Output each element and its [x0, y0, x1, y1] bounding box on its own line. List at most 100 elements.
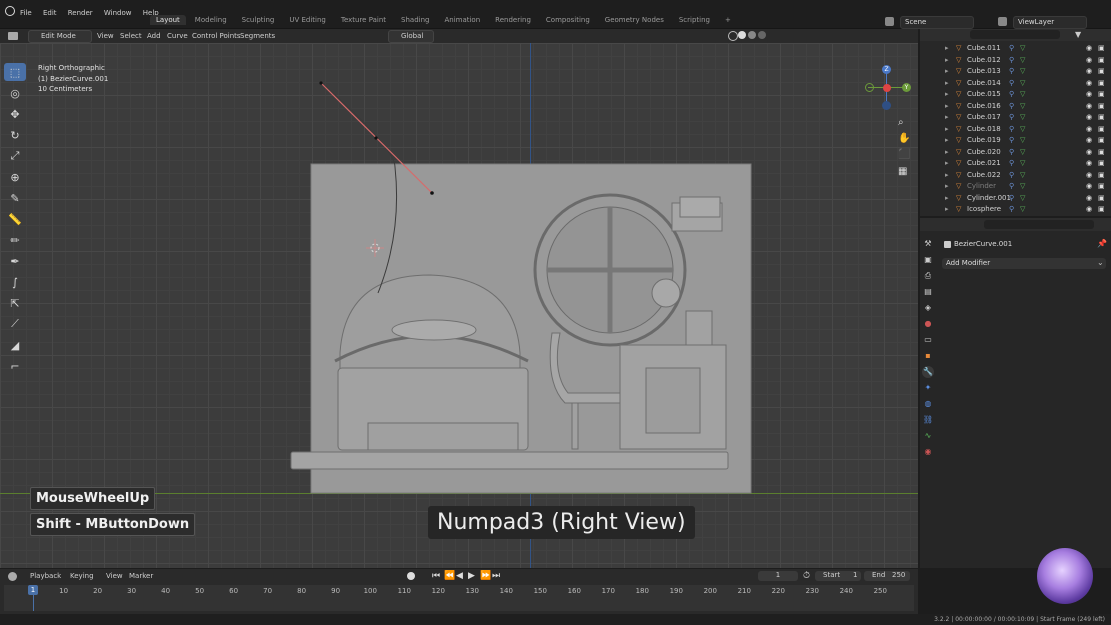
render-camera-icon[interactable]: ▣: [1098, 136, 1105, 144]
outliner-item[interactable]: ▸ ▽ Cube.022 ⚲ ▽ ◉ ▣: [920, 170, 1111, 182]
outliner-item[interactable]: ▸ ▽ Cube.011 ⚲ ▽ ◉ ▣: [920, 43, 1111, 55]
radius-tool-icon[interactable]: ⟋: [4, 315, 26, 333]
measure-tool-icon[interactable]: 📏: [4, 210, 26, 228]
header-menu-control-points[interactable]: Control Points: [192, 32, 241, 40]
expand-arrow-icon[interactable]: ▸: [945, 148, 949, 156]
outliner-search-field[interactable]: [970, 30, 1060, 39]
modifier-tab-icon[interactable]: 🔧: [922, 366, 934, 378]
visibility-eye-icon[interactable]: ◉: [1086, 90, 1092, 98]
material-shading-icon[interactable]: [748, 31, 756, 39]
solid-shading-icon[interactable]: [738, 31, 746, 39]
gizmo-x-axis[interactable]: [883, 84, 891, 92]
outliner-item[interactable]: ▸ ▽ Icosphere ⚲ ▽ ◉ ▣: [920, 204, 1111, 216]
outliner-item[interactable]: ▸ ▽ Cube.013 ⚲ ▽ ◉ ▣: [920, 66, 1111, 78]
outliner-item[interactable]: ▸ ▽ Cylinder ⚲ ▽ ◉ ▣: [920, 181, 1111, 193]
expand-arrow-icon[interactable]: ▸: [945, 56, 949, 64]
view-layer-icon[interactable]: [998, 17, 1007, 26]
draw-tool-icon[interactable]: ✏: [4, 231, 26, 249]
scene-field[interactable]: Scene: [900, 16, 974, 29]
expand-arrow-icon[interactable]: ▸: [945, 136, 949, 144]
menu-file[interactable]: File: [20, 9, 32, 17]
render-camera-icon[interactable]: ▣: [1098, 159, 1105, 167]
visibility-eye-icon[interactable]: ◉: [1086, 113, 1092, 121]
jump-end-icon[interactable]: ⏭: [492, 571, 500, 581]
expand-arrow-icon[interactable]: ▸: [945, 102, 949, 110]
scene-tab-icon[interactable]: ◈: [922, 302, 934, 314]
pen-tool-icon[interactable]: ✒: [4, 252, 26, 270]
header-menu-select[interactable]: Select: [120, 32, 142, 40]
render-camera-icon[interactable]: ▣: [1098, 67, 1105, 75]
scale-tool-icon[interactable]: ⤢: [4, 147, 26, 165]
visibility-eye-icon[interactable]: ◉: [1086, 79, 1092, 87]
world-tab-icon[interactable]: ●: [922, 318, 934, 330]
tab-layout[interactable]: Layout: [150, 15, 186, 25]
render-camera-icon[interactable]: ▣: [1098, 125, 1105, 133]
start-frame-field[interactable]: Start 1: [815, 571, 861, 581]
expand-arrow-icon[interactable]: ▸: [945, 113, 949, 121]
gizmo-neg-y-axis[interactable]: [865, 83, 874, 92]
wireframe-shading-icon[interactable]: [728, 31, 738, 41]
timeline-menu-playback[interactable]: Playback: [30, 572, 61, 580]
visibility-eye-icon[interactable]: ◉: [1086, 125, 1092, 133]
particles-tab-icon[interactable]: ✦: [922, 382, 934, 394]
outliner-item[interactable]: ▸ ▽ Cube.015 ⚲ ▽ ◉ ▣: [920, 89, 1111, 101]
visibility-eye-icon[interactable]: ◉: [1086, 182, 1092, 190]
stopwatch-icon[interactable]: ⏱: [803, 571, 810, 581]
play-icon[interactable]: ▶: [468, 571, 475, 581]
editor-type-icon[interactable]: [8, 32, 18, 40]
3d-viewport[interactable]: ⬚ ◎ ✥ ↻ ⤢ ⊕ ✎ 📏 ✏ ✒ ∫ ⇱ ⟋ ◢ ⌐ Right Orth…: [0, 43, 918, 568]
tab-geometry-nodes[interactable]: Geometry Nodes: [599, 15, 670, 25]
visibility-eye-icon[interactable]: ◉: [1086, 171, 1092, 179]
shading-buttons[interactable]: [728, 31, 768, 41]
prev-key-icon[interactable]: ⏪: [444, 571, 455, 581]
annotate-tool-icon[interactable]: ✎: [4, 189, 26, 207]
constraints-tab-icon[interactable]: ⛓: [922, 414, 934, 426]
jump-start-icon[interactable]: ⏮: [432, 571, 440, 581]
expand-arrow-icon[interactable]: ▸: [945, 171, 949, 179]
outliner-item[interactable]: ▸ ▽ Cube.019 ⚲ ▽ ◉ ▣: [920, 135, 1111, 147]
render-camera-icon[interactable]: ▣: [1098, 79, 1105, 87]
tab-scripting[interactable]: Scripting: [673, 15, 716, 25]
pan-hand-icon[interactable]: ✋: [898, 133, 910, 145]
play-reverse-icon[interactable]: ◀: [456, 571, 463, 581]
view-layer-field[interactable]: ViewLayer: [1013, 16, 1087, 29]
zoom-icon[interactable]: ⌕: [898, 117, 910, 129]
visibility-eye-icon[interactable]: ◉: [1086, 205, 1092, 213]
render-camera-icon[interactable]: ▣: [1098, 113, 1105, 121]
expand-arrow-icon[interactable]: ▸: [945, 125, 949, 133]
cursor-tool-icon[interactable]: ◎: [4, 84, 26, 102]
expand-arrow-icon[interactable]: ▸: [945, 205, 949, 213]
next-key-icon[interactable]: ⏩: [480, 571, 491, 581]
gizmo-z-axis[interactable]: Z: [882, 65, 891, 74]
navigation-gizmo[interactable]: Z Y: [862, 61, 912, 111]
outliner-item[interactable]: ▸ ▽ Cylinder.001 ⚲ ▽ ◉ ▣: [920, 193, 1111, 205]
render-camera-icon[interactable]: ▣: [1098, 44, 1105, 52]
tab-shading[interactable]: Shading: [395, 15, 435, 25]
render-camera-icon[interactable]: ▣: [1098, 148, 1105, 156]
tab-sculpting[interactable]: Sculpting: [236, 15, 281, 25]
camera-view-icon[interactable]: ⬛: [898, 149, 910, 161]
orientation-dropdown[interactable]: Global: [388, 30, 434, 43]
render-camera-icon[interactable]: ▣: [1098, 102, 1105, 110]
timeline-ruler[interactable]: 10 20 30 40 50 60 70 80 90 100 110 120 130 140 150 160 1…: [4, 585, 914, 611]
expand-arrow-icon[interactable]: ▸: [945, 194, 949, 202]
properties-search-field[interactable]: [984, 220, 1094, 229]
menu-render[interactable]: Render: [68, 9, 93, 17]
pin-icon[interactable]: 📌: [1097, 239, 1107, 248]
timeline-menu-marker[interactable]: Marker: [129, 572, 153, 580]
outliner-item[interactable]: ▸ ▽ Cube.021 ⚲ ▽ ◉ ▣: [920, 158, 1111, 170]
ortho-grid-icon[interactable]: ▦: [898, 166, 910, 178]
visibility-eye-icon[interactable]: ◉: [1086, 44, 1092, 52]
visibility-eye-icon[interactable]: ◉: [1086, 102, 1092, 110]
collection-tab-icon[interactable]: ▭: [922, 334, 934, 346]
transform-tool-icon[interactable]: ⊕: [4, 168, 26, 186]
end-frame-field[interactable]: End 250: [864, 571, 910, 581]
expand-arrow-icon[interactable]: ▸: [945, 67, 949, 75]
render-camera-icon[interactable]: ▣: [1098, 171, 1105, 179]
tilt-tool-icon[interactable]: ◢: [4, 336, 26, 354]
header-menu-segments[interactable]: Segments: [240, 32, 275, 40]
move-tool-icon[interactable]: ✥: [4, 105, 26, 123]
visibility-eye-icon[interactable]: ◉: [1086, 67, 1092, 75]
menu-window[interactable]: Window: [104, 9, 132, 17]
render-camera-icon[interactable]: ▣: [1098, 90, 1105, 98]
